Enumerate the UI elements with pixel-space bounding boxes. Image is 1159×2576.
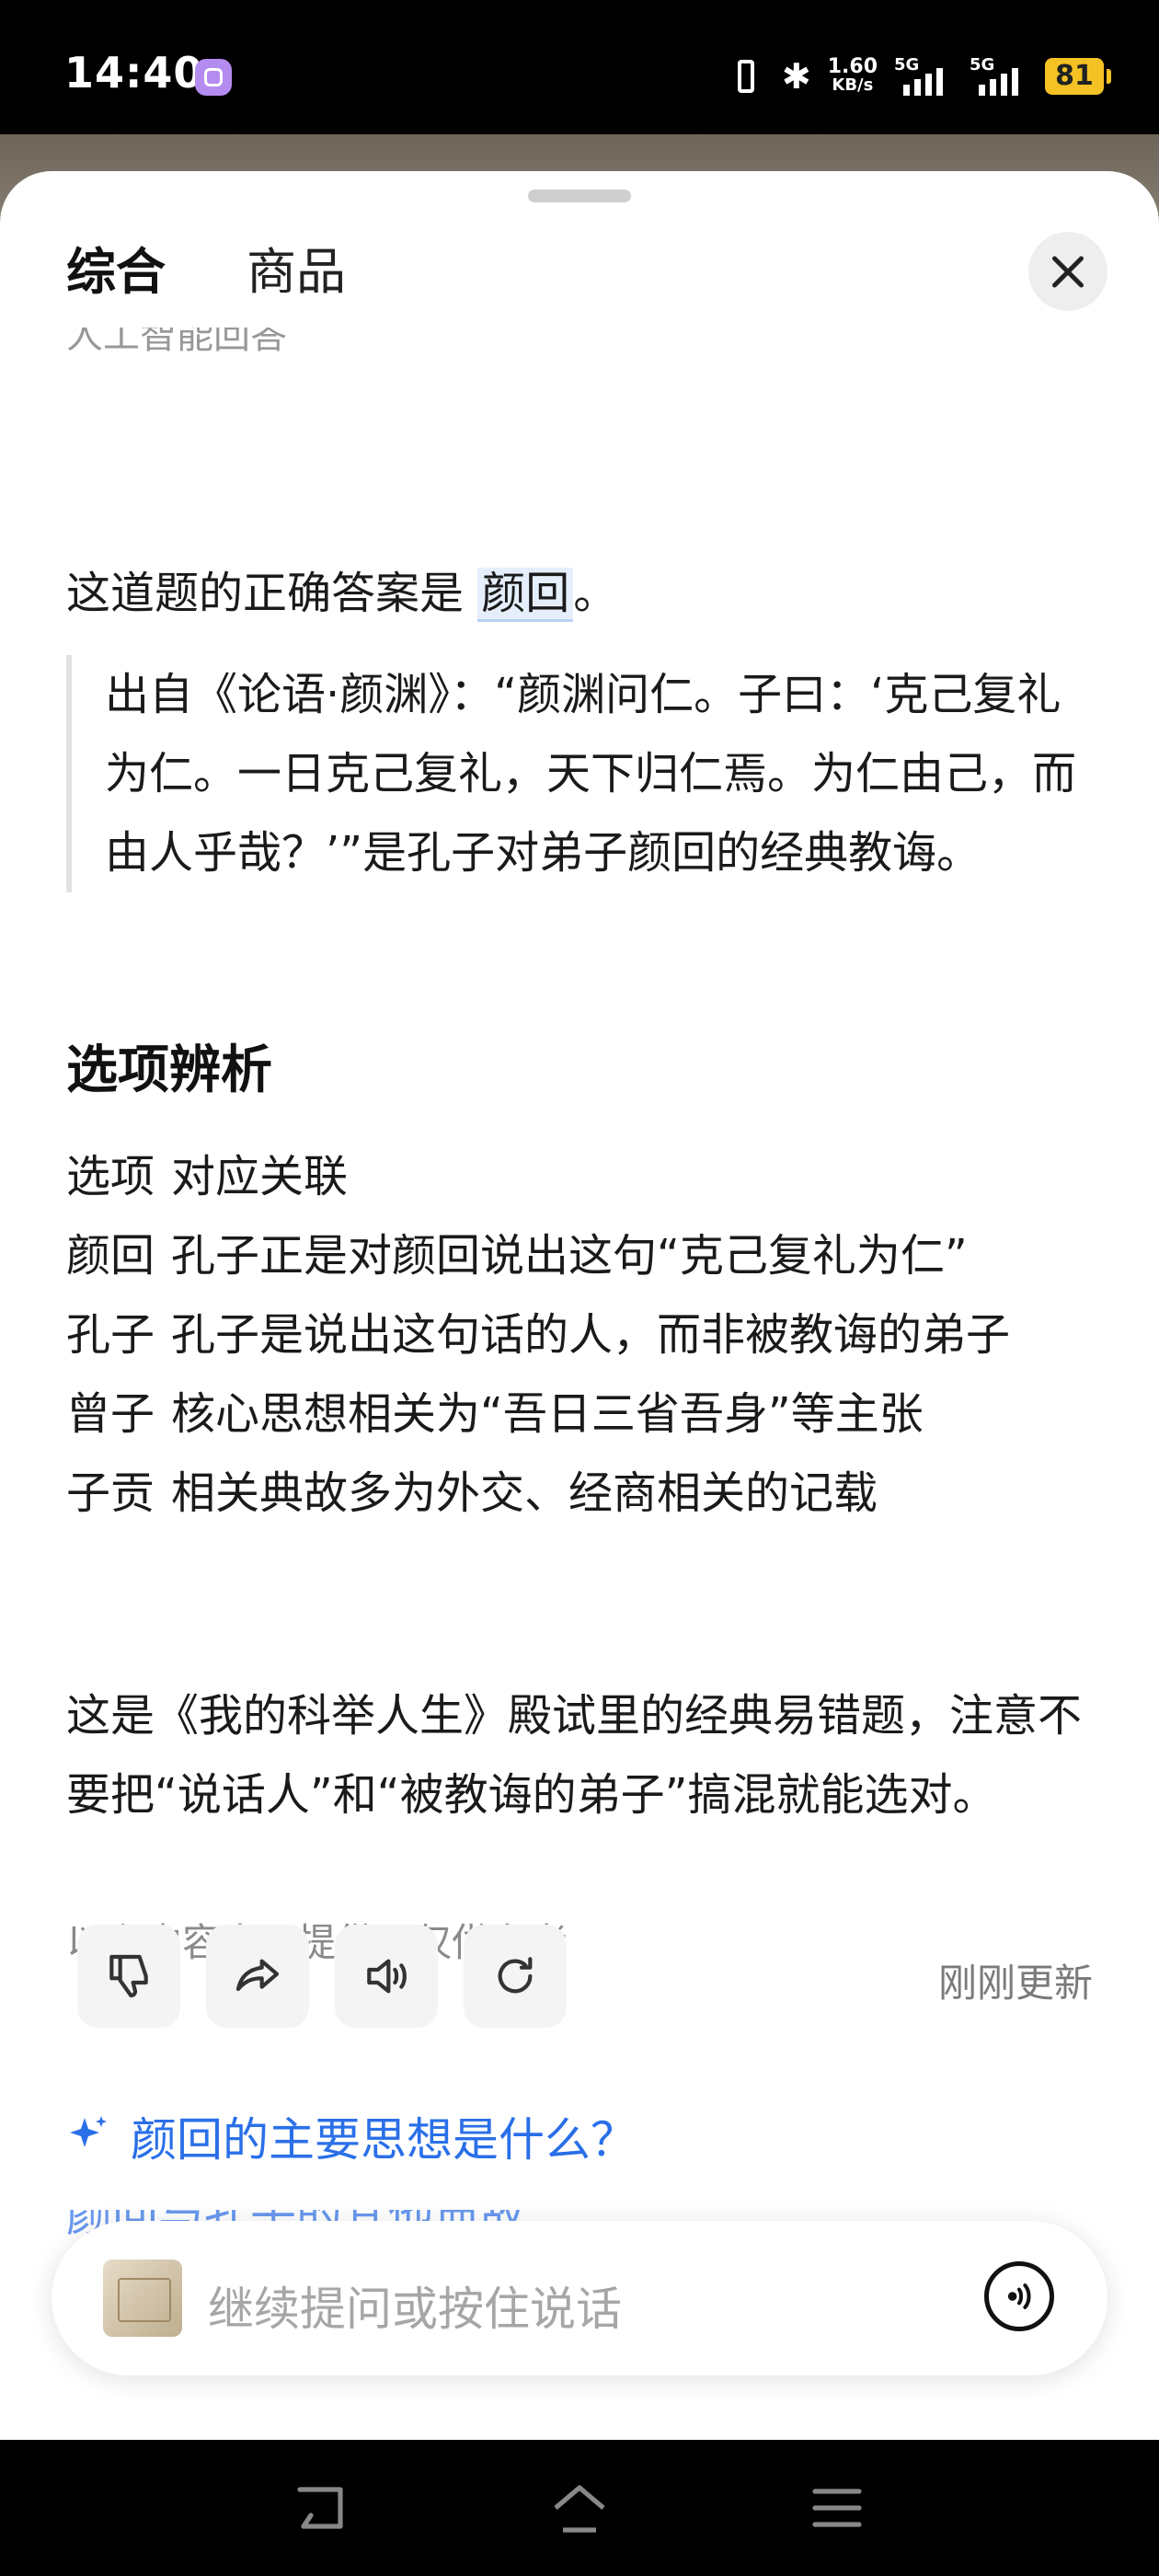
quote-text: 出自《论语·颜渊》：“颜渊问仁。子曰：‘克己复礼为仁。一日克己复礼，天下归仁焉。… bbox=[105, 669, 1077, 879]
network-speed: 1.60 KB/s bbox=[827, 55, 878, 95]
network-speed-unit: KB/s bbox=[832, 75, 874, 95]
tip-paragraph: 这是《我的科举人生》殿试里的经典易错题，注意不要把“说话人”和“被教诲的弟子”搞… bbox=[66, 1690, 1083, 1821]
signal-icon-2: 5G bbox=[970, 55, 1028, 98]
voice-input-button[interactable] bbox=[984, 2261, 1054, 2331]
action-bar bbox=[77, 1925, 567, 2028]
system-navigation-bar bbox=[0, 2440, 1159, 2576]
chat-input-placeholder[interactable]: 继续提问或按住说话 bbox=[208, 2272, 622, 2339]
close-button[interactable] bbox=[1028, 232, 1107, 311]
vibrate-icon bbox=[727, 56, 765, 97]
status-bar: 14:40 ✱ 1.60 KB/s 5G 5G 81 bbox=[0, 0, 1159, 134]
speaker-icon bbox=[367, 1959, 407, 1994]
share-icon bbox=[235, 1959, 280, 1992]
signal-icon: 5G bbox=[894, 55, 953, 98]
answer-highlight-link[interactable]: 颜回 bbox=[477, 568, 574, 622]
sparkle-icon bbox=[70, 2116, 107, 2147]
table-row: 曾子 核心思想相关为“吾日三省吾身”等主张 bbox=[66, 1388, 924, 1440]
attached-image-thumbnail[interactable] bbox=[103, 2260, 182, 2337]
suggested-question[interactable]: 颜回的主要思想是什么？ bbox=[66, 2103, 637, 2169]
tab-products[interactable]: 商品 bbox=[247, 239, 346, 305]
table-row: 孔子 孔子是说出这句话的人，而非被教诲的弟子 bbox=[66, 1309, 1011, 1361]
table-row: 子贡 相关典故多为外交、经商相关的记载 bbox=[66, 1467, 878, 1519]
battery-indicator: 81 bbox=[1045, 58, 1111, 95]
share-button[interactable] bbox=[206, 1925, 309, 2028]
answer-prefix: 这道题的正确答案是 bbox=[66, 568, 478, 619]
clipped-text: 人工智能回答 bbox=[66, 328, 287, 357]
back-nav-icon[interactable] bbox=[293, 2482, 351, 2534]
table-header: 选项 对应关联 bbox=[66, 1151, 349, 1202]
status-time: 14:40 bbox=[64, 48, 204, 98]
read-aloud-button[interactable] bbox=[335, 1925, 438, 2028]
thumbs-down-icon bbox=[109, 1954, 148, 1998]
options-table: 选项 对应关联 颜回 孔子正是对颜回说出这句“克己复礼为仁” 孔子 孔子是说出这句话的… bbox=[66, 1137, 1087, 1533]
section-title: 选项辨析 bbox=[66, 1041, 272, 1100]
network-speed-value: 1.60 bbox=[827, 55, 878, 78]
app-notification-icon bbox=[195, 59, 232, 96]
quote-block: 出自《论语·颜渊》：“颜渊问仁。子曰：‘克己复礼为仁。一日克己复礼，天下归仁焉。… bbox=[66, 655, 1087, 892]
dislike-button[interactable] bbox=[77, 1925, 180, 2028]
tab-bar: 综合 商品 bbox=[66, 239, 346, 305]
home-nav-icon[interactable] bbox=[550, 2482, 609, 2534]
sheet-drag-handle[interactable] bbox=[528, 190, 631, 202]
refresh-icon bbox=[498, 1957, 533, 1994]
tab-comprehensive[interactable]: 综合 bbox=[66, 239, 166, 305]
regenerate-button[interactable] bbox=[464, 1925, 567, 2028]
table-row: 颜回 孔子正是对颜回说出这句“克己复礼为仁” bbox=[66, 1230, 968, 1282]
update-status: 刚刚更新 bbox=[937, 1961, 1093, 2006]
chat-input-bar[interactable]: 继续提问或按住说话 bbox=[52, 2221, 1107, 2375]
suggested-question-text: 颜回的主要思想是什么？ bbox=[131, 2113, 637, 2167]
status-indicators: ✱ 1.60 KB/s 5G 5G 81 bbox=[727, 53, 1111, 99]
answer-suffix: 。 bbox=[573, 568, 618, 619]
answer-line: 这道题的正确答案是 颜回。 bbox=[66, 554, 617, 633]
bluetooth-icon: ✱ bbox=[781, 56, 811, 97]
answer-sheet: 综合 商品 人工智能回答 这道题的正确答案是 颜回。 出自《论语·颜渊》：“颜渊… bbox=[0, 171, 1159, 2440]
voice-wave-icon bbox=[1007, 2283, 1031, 2309]
menu-nav-icon[interactable] bbox=[808, 2482, 866, 2534]
